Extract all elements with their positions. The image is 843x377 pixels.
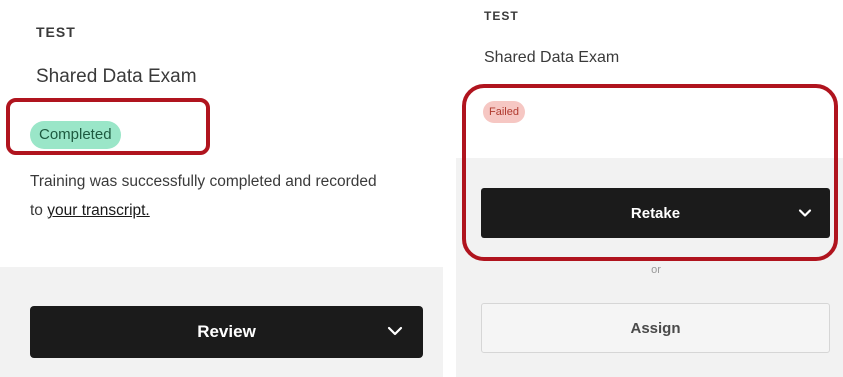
left-test-card: TEST Shared Data Exam Completed Training… (0, 0, 443, 377)
assign-button-label: Assign (630, 319, 681, 337)
chevron-down-icon[interactable] (387, 323, 403, 339)
review-button[interactable]: Review (30, 306, 423, 358)
test-type-label: TEST (484, 9, 519, 23)
test-title: Shared Data Exam (484, 49, 620, 66)
highlight-outline-completed (6, 98, 210, 155)
right-test-card: TEST Shared Data Exam Failed Retake or A… (456, 0, 843, 377)
completion-message: Training was successfully completed and … (30, 167, 390, 225)
review-button-label: Review (197, 322, 256, 341)
highlight-outline-failed (462, 84, 838, 261)
test-title: Shared Data Exam (36, 66, 197, 87)
or-separator: or (651, 264, 661, 276)
transcript-link[interactable]: your transcript. (47, 202, 150, 219)
assign-button[interactable]: Assign (481, 303, 830, 353)
test-type-label: TEST (36, 24, 76, 40)
